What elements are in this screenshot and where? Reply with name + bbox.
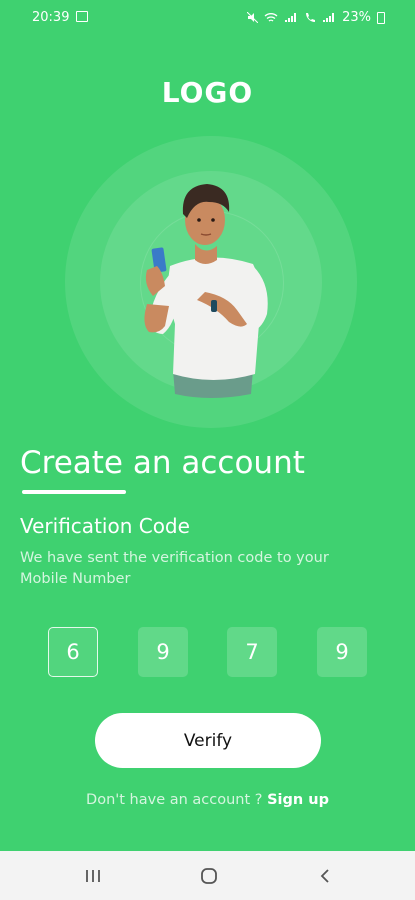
page-title: Create an account [20,445,305,481]
back-button[interactable] [310,862,340,890]
title-rest: an account [123,445,305,481]
signup-link[interactable]: Sign up [267,792,329,808]
wifi-icon [264,13,278,22]
back-icon [320,869,329,883]
verify-button[interactable]: Verify [95,713,321,768]
title-underline [22,490,126,494]
status-bar: 20:39 23% [0,0,415,34]
signal-icon [285,13,297,22]
signup-prompt: Don't have an account ? Sign up [0,792,415,808]
recents-icon [86,870,100,882]
verification-description: We have sent the verification code to yo… [20,550,329,587]
code-input-group: 6 9 7 9 [48,627,368,679]
battery-icon [377,11,385,24]
person-with-phone-illustration [144,184,268,398]
status-icons: 23% [247,10,385,25]
image-icon [76,11,88,22]
code-digit-3[interactable]: 7 [227,627,277,677]
system-nav-bar [0,851,415,900]
title-create: Create [20,445,124,481]
code-digit-1[interactable]: 6 [48,627,98,677]
home-icon [201,868,217,884]
verification-code-heading: Verification Code [20,514,190,538]
code-digit-4[interactable]: 9 [317,627,367,677]
signup-prompt-text: Don't have an account ? [86,792,268,808]
battery-percent: 23% [342,10,371,25]
verification-screen: 20:39 23% LOGO Create an account Verific… [0,0,415,900]
code-digit-2[interactable]: 9 [138,627,188,677]
recents-button[interactable] [78,862,108,890]
signal-icon [323,13,335,22]
app-logo: LOGO [161,76,254,109]
status-time: 20:39 [32,10,70,25]
mute-icon [247,12,259,23]
home-button[interactable] [194,862,224,890]
call-icon [306,13,316,22]
